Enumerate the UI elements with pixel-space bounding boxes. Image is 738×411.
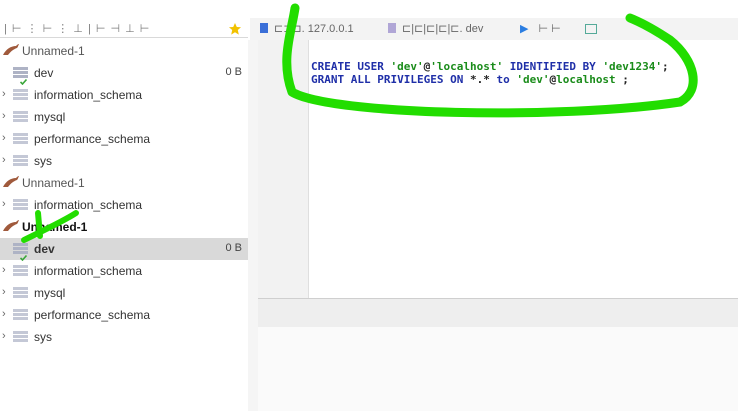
database-size: 0 B <box>225 66 242 78</box>
code-token: 'localhost' <box>430 60 504 73</box>
code-token: GRANT ALL PRIVILEGES ON <box>311 73 470 86</box>
database-node[interactable]: › sys <box>0 326 248 348</box>
tab-connection-label: ⊏⊐⊐. 127.0.0.1 <box>274 23 354 35</box>
database-icon <box>13 265 28 277</box>
code-token: CREATE USER <box>311 60 391 73</box>
database-label: performance_schema <box>34 308 151 322</box>
connection-label: Unnamed-1 <box>22 220 88 234</box>
chevron-right-icon[interactable]: › <box>2 307 12 321</box>
database-node[interactable]: › sys <box>0 150 248 172</box>
panel-splitter[interactable] <box>248 40 258 411</box>
dolphin-icon <box>2 43 20 57</box>
chevron-right-icon[interactable]: › <box>2 153 12 167</box>
line-number: 3 <box>284 73 291 84</box>
connection-tab-icon <box>260 23 268 33</box>
database-label: mysql <box>34 286 66 300</box>
database-node[interactable]: dev 0 B <box>0 238 248 262</box>
connection-tree: Unnamed-1 dev 0 B › information_schema › mysql… <box>0 40 249 411</box>
code-token: 'dev' <box>390 60 424 73</box>
database-node[interactable]: › performance_schema <box>0 128 248 150</box>
chevron-right-icon[interactable]: › <box>2 329 12 343</box>
database-size: 0 B <box>225 242 242 254</box>
code-token: localhost <box>556 73 616 86</box>
sql-editor[interactable]: 1 2 3 CREATE USER 'dev'@'localhost' IDEN… <box>258 40 738 298</box>
tab-run-label: ⊢ ⊢ <box>538 23 561 35</box>
play-icon: ▶ <box>520 23 529 35</box>
code-token: ; <box>615 73 629 86</box>
code-line-3: GRANT ALL PRIVILEGES ON *.* to 'dev'@loc… <box>311 73 629 86</box>
database-label: performance_schema <box>34 132 151 146</box>
database-icon <box>13 199 28 211</box>
database-icon <box>13 331 28 343</box>
database-icon <box>13 133 28 145</box>
chevron-right-icon[interactable]: › <box>2 197 12 211</box>
tab-query-label: ⊏|⊏|⊏|⊏|⊏. dev <box>402 23 484 35</box>
database-node[interactable]: dev 0 B <box>0 62 248 86</box>
dolphin-icon <box>2 219 20 233</box>
connection-label: Unnamed-1 <box>22 176 85 190</box>
database-node[interactable]: › information_schema <box>0 194 248 216</box>
database-label: information_schema <box>34 88 143 102</box>
line-number: 1 <box>284 47 291 58</box>
new-query-button[interactable] <box>585 18 605 40</box>
database-icon <box>13 111 28 123</box>
check-icon <box>19 250 28 262</box>
database-label: dev <box>34 66 54 80</box>
chevron-right-icon[interactable]: › <box>2 263 12 277</box>
database-label: information_schema <box>34 264 143 278</box>
code-token: 'dev' <box>516 73 550 86</box>
database-node[interactable]: › performance_schema <box>0 304 248 326</box>
code-token: IDENTIFIED BY <box>503 60 603 73</box>
tab-query[interactable]: ⊏|⊏|⊏|⊏|⊏. dev <box>388 18 513 40</box>
database-node[interactable]: › mysql <box>0 282 248 304</box>
database-node[interactable]: › information_schema <box>0 260 248 282</box>
query-tab-icon <box>388 23 396 33</box>
database-icon <box>13 89 28 101</box>
connection-label: Unnamed-1 <box>22 44 85 58</box>
tab-connection[interactable]: ⊏⊐⊐. 127.0.0.1 <box>260 18 380 40</box>
database-icon <box>13 287 28 299</box>
connection-node[interactable]: Unnamed-1 <box>0 172 248 194</box>
toolbar-fragment: | ⊢ ⋮ ⊢ ⋮ ⊥ | ⊢ ⊣ ⊥ ⊢ <box>4 23 151 35</box>
tab-run[interactable]: ▶ ⊢ ⊢ <box>520 18 580 40</box>
line-number: 2 <box>284 60 291 71</box>
connection-node[interactable]: Unnamed-1 <box>0 216 248 238</box>
database-label: mysql <box>34 110 66 124</box>
chevron-right-icon[interactable]: › <box>2 109 12 123</box>
database-node[interactable]: › information_schema <box>0 84 248 106</box>
code-token: *.* <box>469 73 497 86</box>
dolphin-icon <box>2 175 20 189</box>
database-label: sys <box>34 154 52 168</box>
code-line-2: CREATE USER 'dev'@'localhost' IDENTIFIED… <box>311 60 669 73</box>
database-node[interactable]: › mysql <box>0 106 248 128</box>
code-token: to <box>496 73 517 86</box>
chevron-right-icon[interactable]: › <box>2 131 12 145</box>
database-icon <box>13 309 28 321</box>
chevron-right-icon[interactable]: › <box>2 285 12 299</box>
line-gutter: 1 2 3 <box>258 40 309 298</box>
database-label: dev <box>34 242 55 256</box>
toolbar-separator <box>0 37 248 38</box>
database-label: information_schema <box>34 198 143 212</box>
results-panel <box>258 327 738 411</box>
connection-node[interactable]: Unnamed-1 <box>0 40 248 62</box>
code-token: ; <box>662 60 669 73</box>
results-divider[interactable] <box>258 298 738 328</box>
star-icon[interactable] <box>228 22 242 36</box>
check-icon <box>19 74 28 86</box>
new-query-icon <box>585 24 597 34</box>
database-label: sys <box>34 330 52 344</box>
tab-strip: ⊏⊐⊐. 127.0.0.1 ⊏|⊏|⊏|⊏|⊏. dev ▶ ⊢ ⊢ <box>229 18 738 41</box>
chevron-right-icon[interactable]: › <box>2 87 12 101</box>
database-icon <box>13 155 28 167</box>
code-token: 'dev1234' <box>602 60 663 73</box>
